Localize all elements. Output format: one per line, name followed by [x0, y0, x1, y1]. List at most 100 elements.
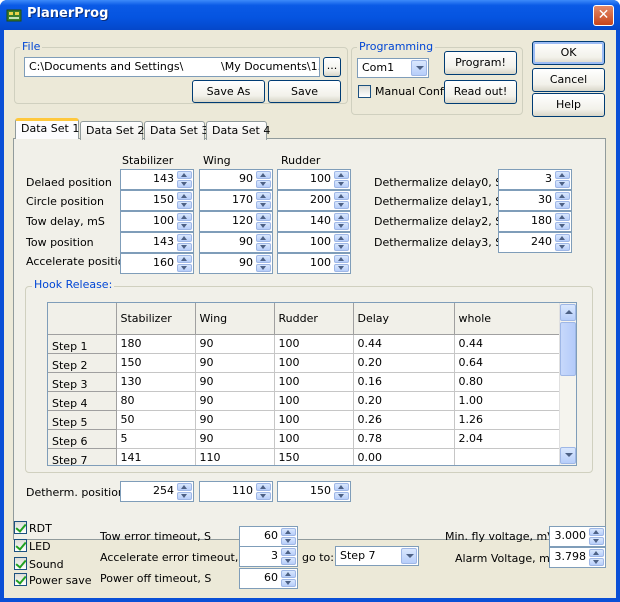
grid-cell[interactable]: 100 — [274, 391, 354, 411]
chevron-down-icon[interactable] — [401, 548, 417, 564]
table-row[interactable]: Step 5 50 90 100 0.26 1.26 — [48, 410, 562, 430]
grid-cell[interactable]: 0.26 — [353, 410, 455, 430]
save-button[interactable]: Save — [268, 80, 341, 103]
position-spinner[interactable]: 100 — [277, 232, 351, 253]
dethermalize-spinner[interactable]: 180 — [498, 211, 572, 232]
tab-data-set-4[interactable]: Data Set 4 — [206, 121, 270, 140]
table-row[interactable]: Step 4 80 90 100 0.20 1.00 — [48, 391, 562, 411]
accelerate-error-timeout-spinner[interactable]: 3 — [239, 546, 298, 567]
power-save-checkbox[interactable] — [14, 573, 27, 586]
grid-cell[interactable]: 90 — [195, 391, 275, 411]
grid-cell[interactable]: 1.00 — [454, 391, 562, 411]
tow-error-timeout-spinner[interactable]: 60 — [239, 526, 298, 547]
grid-cell[interactable]: 1.26 — [454, 410, 562, 430]
grid-cell[interactable]: 0.80 — [454, 372, 562, 392]
grid-cell[interactable]: 0.44 — [454, 334, 562, 354]
position-spinner[interactable]: 150 — [120, 190, 194, 211]
grid-cell[interactable]: 0.20 — [353, 353, 455, 373]
grid-col-header[interactable]: Stabilizer — [116, 303, 196, 335]
scroll-thumb[interactable] — [560, 322, 576, 376]
position-spinner[interactable]: 160 — [120, 253, 194, 274]
grid-scrollbar[interactable] — [559, 303, 576, 465]
chevron-down-icon[interactable] — [411, 60, 427, 76]
table-row[interactable]: Step 1 180 90 100 0.44 0.44 — [48, 334, 562, 354]
goto-step-select[interactable]: Step 7 — [335, 546, 419, 566]
scroll-up-arrow-icon[interactable] — [560, 304, 576, 321]
grid-cell[interactable]: 90 — [195, 372, 275, 392]
grid-cell[interactable]: 0.00 — [353, 448, 455, 465]
min-fly-voltage-spinner[interactable]: 3.000 — [549, 526, 606, 547]
sound-label[interactable]: Sound — [29, 558, 64, 571]
position-spinner[interactable]: 90 — [199, 253, 273, 274]
tab-data-set-1[interactable]: Data Set 1 — [15, 118, 79, 139]
position-spinner[interactable]: 200 — [277, 190, 351, 211]
alarm-voltage-spinner[interactable]: 3.798 — [549, 547, 606, 568]
power-off-timeout-spinner[interactable]: 60 — [239, 568, 298, 589]
grid-col-header[interactable]: Delay — [353, 303, 455, 335]
table-row[interactable]: Step 3 130 90 100 0.16 0.80 — [48, 372, 562, 392]
manual-config-label[interactable]: Manual Config — [375, 85, 454, 98]
dethermalize-spinner[interactable]: 240 — [498, 232, 572, 253]
grid-cell[interactable]: 0.16 — [353, 372, 455, 392]
grid-cell[interactable]: 141 — [116, 448, 196, 465]
grid-cell[interactable]: 90 — [195, 334, 275, 354]
save-as-button[interactable]: Save As — [192, 80, 265, 103]
position-spinner[interactable]: 143 — [120, 232, 194, 253]
help-button[interactable]: Help — [532, 93, 605, 117]
grid-cell[interactable]: 100 — [274, 334, 354, 354]
scroll-down-arrow-icon[interactable] — [560, 447, 576, 464]
position-spinner[interactable]: 170 — [199, 190, 273, 211]
com-port-select[interactable]: Com1 — [357, 58, 429, 78]
cancel-button[interactable]: Cancel — [532, 68, 605, 92]
position-spinner[interactable]: 90 — [199, 232, 273, 253]
hook-release-grid[interactable]: Stabilizer Wing Rudder Delay whole Step … — [47, 302, 577, 466]
detherm-position-spinner[interactable]: 254 — [120, 481, 194, 502]
detherm-position-spinner[interactable]: 150 — [277, 481, 351, 502]
manual-config-checkbox[interactable] — [358, 85, 371, 98]
table-row[interactable]: Step 6 5 90 100 0.78 2.04 — [48, 429, 562, 449]
position-spinner[interactable]: 120 — [199, 211, 273, 232]
dethermalize-spinner[interactable]: 3 — [498, 169, 572, 190]
tab-data-set-2[interactable]: Data Set 2 — [80, 121, 144, 140]
grid-cell[interactable]: 0.78 — [353, 429, 455, 449]
file-path-field[interactable]: C:\Documents and Settings\ \My Documents… — [24, 57, 320, 77]
grid-col-header[interactable]: whole — [454, 303, 562, 335]
grid-cell[interactable]: 2.04 — [454, 429, 562, 449]
grid-cell[interactable]: 100 — [274, 353, 354, 373]
position-spinner[interactable]: 140 — [277, 211, 351, 232]
grid-cell[interactable]: 5 — [116, 429, 196, 449]
grid-cell[interactable]: 0.64 — [454, 353, 562, 373]
grid-cell[interactable]: 90 — [195, 353, 275, 373]
grid-cell[interactable]: 100 — [274, 410, 354, 430]
browse-button[interactable]: ... — [323, 57, 341, 77]
table-row[interactable]: Step 7 141 110 150 0.00 — [48, 448, 562, 465]
power-save-label[interactable]: Power save — [29, 574, 92, 587]
sound-checkbox[interactable] — [14, 557, 27, 570]
grid-cell[interactable]: 90 — [195, 410, 275, 430]
ok-button[interactable]: OK — [532, 41, 605, 65]
rdt-label[interactable]: RDT — [29, 522, 52, 535]
grid-cell[interactable]: 180 — [116, 334, 196, 354]
grid-cell[interactable]: 90 — [195, 429, 275, 449]
position-spinner[interactable]: 90 — [199, 169, 273, 190]
grid-cell[interactable]: 0.44 — [353, 334, 455, 354]
position-spinner[interactable]: 100 — [277, 169, 351, 190]
title-bar[interactable]: PlanerProg ✕ — [0, 0, 620, 30]
program-button[interactable]: Program! — [444, 51, 517, 75]
grid-cell[interactable] — [454, 448, 562, 465]
grid-cell[interactable]: 50 — [116, 410, 196, 430]
grid-cell[interactable]: 150 — [274, 448, 354, 465]
position-spinner[interactable]: 100 — [120, 211, 194, 232]
dethermalize-spinner[interactable]: 30 — [498, 190, 572, 211]
grid-cell[interactable]: 100 — [274, 372, 354, 392]
grid-col-header[interactable]: Wing — [195, 303, 275, 335]
led-checkbox[interactable] — [14, 539, 27, 552]
detherm-position-spinner[interactable]: 110 — [199, 481, 273, 502]
grid-cell[interactable]: 110 — [195, 448, 275, 465]
grid-cell[interactable]: 80 — [116, 391, 196, 411]
position-spinner[interactable]: 100 — [277, 253, 351, 274]
led-label[interactable]: LED — [29, 540, 51, 553]
close-button[interactable]: ✕ — [593, 5, 614, 26]
grid-cell[interactable]: 130 — [116, 372, 196, 392]
table-row[interactable]: Step 2 150 90 100 0.20 0.64 — [48, 353, 562, 373]
